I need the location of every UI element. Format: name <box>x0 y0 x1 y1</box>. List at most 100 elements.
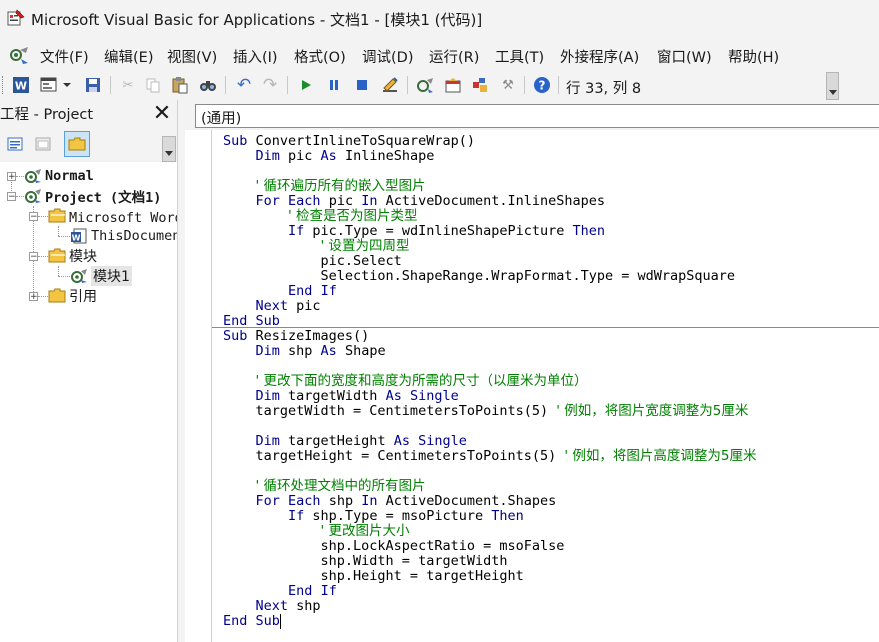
tree-item-module1[interactable]: 模块1 <box>70 266 132 286</box>
paste-icon[interactable] <box>169 74 191 96</box>
open-folder-icon <box>48 208 66 223</box>
collapse-minus-icon[interactable]: − <box>7 192 16 202</box>
code-line[interactable]: If shp.Type = msoPicture Then <box>223 509 524 524</box>
menu-help[interactable]: 帮助(H) <box>728 46 779 67</box>
code-line[interactable]: Dim targetHeight As Single <box>223 434 467 449</box>
close-icon[interactable]: ✕ <box>150 102 174 126</box>
code-line[interactable]: Sub ResizeImages() <box>223 329 369 344</box>
code-line[interactable]: ' 设置为四周型 <box>223 239 410 254</box>
code-line[interactable]: If pic.Type = wdInlineShapePicture Then <box>223 224 605 239</box>
menu-file[interactable]: 文件(F) <box>40 46 89 67</box>
code-line[interactable]: Dim shp As Shape <box>223 344 386 359</box>
toolbox-icon[interactable]: ⚒ <box>497 74 519 96</box>
collapse-minus-icon[interactable]: − <box>29 212 38 222</box>
tree-item-project[interactable]: Project (文档1) <box>24 186 161 206</box>
toolbar-grip[interactable] <box>2 76 6 94</box>
code-line[interactable]: targetHeight = CentimetersToPoints(5) ' … <box>223 449 757 464</box>
code-line[interactable]: ' 更改下面的宽度和高度为所需的尺寸（以厘米为单位） <box>223 374 588 389</box>
tree-item-word-objects[interactable]: Microsoft Word 对象 <box>48 206 177 226</box>
properties-window-icon[interactable] <box>442 74 464 96</box>
code-line[interactable]: ' 更改图片大小 <box>223 524 410 539</box>
break-icon[interactable] <box>323 74 345 96</box>
text-caret <box>279 614 281 629</box>
menu-edit[interactable]: 编辑(E) <box>104 46 153 67</box>
vba-menu-icon[interactable] <box>8 44 30 66</box>
object-browser-icon[interactable] <box>469 74 491 96</box>
vba-project-icon <box>25 189 41 203</box>
code-line[interactable]: Next shp <box>223 599 321 614</box>
menu-window[interactable]: 窗口(W) <box>657 46 712 67</box>
tree-item-modules-folder[interactable]: 模块 <box>48 246 97 266</box>
menu-bar: 文件(F) 编辑(E) 视图(V) 插入(I) 格式(O) 调试(D) 运行(R… <box>0 38 879 70</box>
code-line[interactable]: Dim targetWidth As Single <box>223 389 459 404</box>
reset-icon[interactable] <box>351 74 373 96</box>
vba-project-icon <box>25 169 41 183</box>
redo-icon[interactable]: ↷ <box>259 74 281 96</box>
code-line[interactable]: End Sub <box>223 614 280 629</box>
code-line[interactable]: Next pic <box>223 299 321 314</box>
project-scroll-chevron-down-icon[interactable] <box>162 136 176 162</box>
svg-text:?: ? <box>539 79 546 93</box>
code-line[interactable]: shp.Height = targetHeight <box>223 569 524 584</box>
code-line[interactable]: For Each pic In ActiveDocument.InlineSha… <box>223 194 606 209</box>
insert-dropdown-chevron-down-icon[interactable] <box>60 74 74 96</box>
tree-item-references[interactable]: 引用 <box>48 286 97 306</box>
view-code-icon[interactable] <box>4 133 26 155</box>
project-explorer-header: 工程 - Project ✕ <box>0 100 177 128</box>
code-line[interactable]: End Sub <box>223 314 280 329</box>
code-line[interactable]: ' 循环遍历所有的嵌入型图片 <box>223 179 426 194</box>
expand-plus-icon[interactable]: + <box>29 292 38 302</box>
toolbar-separator <box>110 76 111 94</box>
collapse-minus-icon[interactable]: − <box>29 252 38 262</box>
undo-icon[interactable]: ↶ <box>233 74 255 96</box>
code-line[interactable]: End If <box>223 284 337 299</box>
code-margin-indicator-bar[interactable] <box>185 130 212 642</box>
view-object-icon[interactable] <box>32 133 54 155</box>
menu-insert[interactable]: 插入(I) <box>233 46 278 67</box>
code-editor[interactable]: Sub ConvertInlineToSquareWrap() Dim pic … <box>212 130 879 642</box>
menu-addins[interactable]: 外接程序(A) <box>560 46 639 67</box>
toolbar-options-chevron-down-icon[interactable] <box>826 72 839 100</box>
code-line[interactable]: End If <box>223 584 337 599</box>
cut-icon[interactable]: ✂ <box>117 74 139 96</box>
code-line[interactable]: For Each shp In ActiveDocument.Shapes <box>223 494 557 509</box>
menu-tools[interactable]: 工具(T) <box>495 46 544 67</box>
run-icon[interactable] <box>295 74 317 96</box>
save-icon[interactable] <box>82 74 104 96</box>
word-document-icon: W <box>71 228 87 244</box>
object-dropdown[interactable]: (通用) <box>195 104 879 128</box>
tree-item-normal[interactable]: Normal <box>24 166 94 186</box>
help-icon[interactable]: ? <box>531 74 553 96</box>
code-line[interactable]: shp.LockAspectRatio = msoFalse <box>223 539 565 554</box>
find-icon[interactable] <box>197 74 219 96</box>
title-bar: Microsoft Visual Basic for Applications … <box>0 0 879 38</box>
design-mode-icon[interactable] <box>379 74 401 96</box>
expand-plus-icon[interactable]: + <box>7 172 16 182</box>
project-explorer: 工程 - Project ✕ + Normal − Project (文档1) … <box>0 100 177 642</box>
tree-item-thisdocument[interactable]: W ThisDocument <box>70 226 177 246</box>
code-line[interactable]: Sub ConvertInlineToSquareWrap() <box>223 134 475 149</box>
code-window-header: (通用) <box>185 100 879 130</box>
toggle-folders-icon[interactable] <box>64 131 90 157</box>
menu-debug[interactable]: 调试(D) <box>362 46 413 67</box>
standard-toolbar: W ✂ ↶ ↷ ⚒ ? 行 33, 列 8 <box>0 70 879 100</box>
vba-app-icon <box>7 9 25 26</box>
menu-format[interactable]: 格式(O) <box>294 46 346 67</box>
code-line[interactable]: pic.Select <box>223 254 402 269</box>
code-line[interactable]: ' 检查是否为图片类型 <box>223 209 418 224</box>
copy-icon[interactable] <box>142 74 164 96</box>
code-window: (通用) Sub ConvertInlineToSquareWrap() Dim… <box>185 100 879 642</box>
svg-text:W: W <box>72 234 81 243</box>
code-line[interactable]: shp.Width = targetWidth <box>223 554 508 569</box>
menu-view[interactable]: 视图(V) <box>167 46 217 67</box>
pane-splitter[interactable] <box>177 100 185 642</box>
project-tree: + Normal − Project (文档1) − Microsoft Wor… <box>0 162 177 642</box>
code-line[interactable]: Dim pic As InlineShape <box>223 149 435 164</box>
code-line[interactable]: Selection.ShapeRange.WrapFormat.Type = w… <box>223 269 736 284</box>
code-line[interactable]: ' 循环处理文档中的所有图片 <box>223 479 426 494</box>
project-explorer-icon[interactable] <box>414 74 436 96</box>
view-word-icon[interactable]: W <box>10 74 32 96</box>
insert-userform-icon[interactable] <box>38 74 60 96</box>
menu-run[interactable]: 运行(R) <box>429 46 479 67</box>
code-line[interactable]: targetWidth = CentimetersToPoints(5) ' 例… <box>223 404 749 419</box>
